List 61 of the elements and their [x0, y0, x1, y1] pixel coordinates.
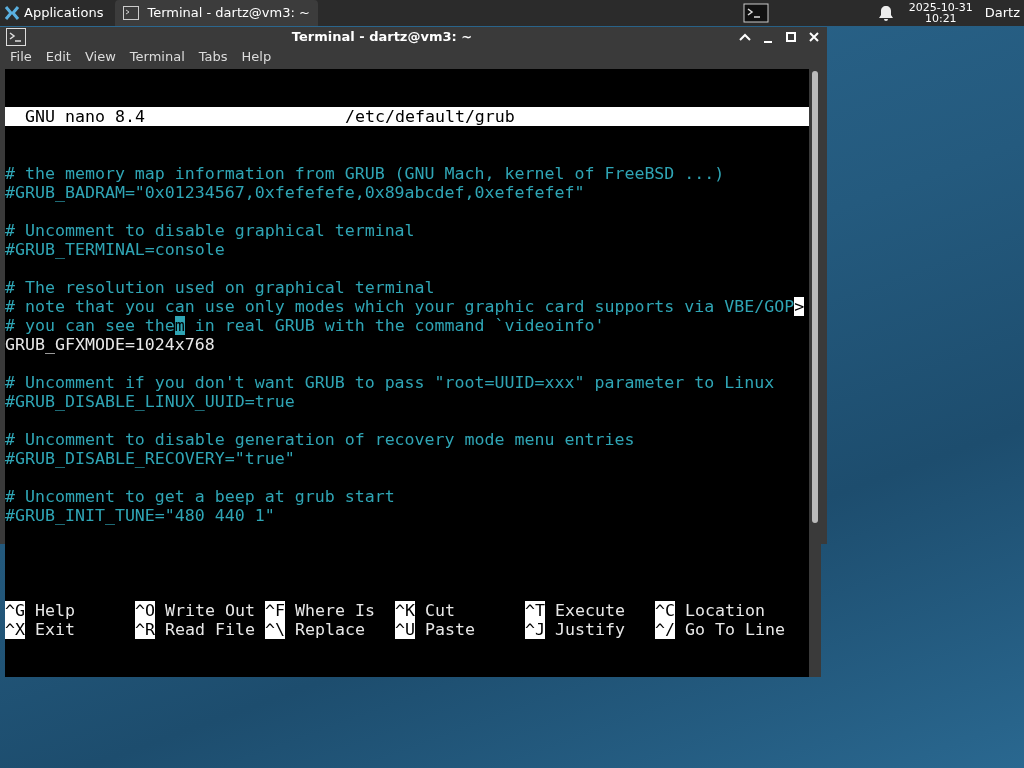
code-line: # the memory map information from GRUB (GNU Mach, kernel of FreeBSD ...)	[5, 164, 725, 183]
shortcut-label: Go To Line	[685, 620, 785, 639]
code-line: #GRUB_TERMINAL=console	[5, 240, 225, 259]
shortcut-key: ^J	[525, 620, 545, 639]
clock-date: 2025-10-31	[908, 2, 973, 13]
file-name: /etc/default/grub	[345, 107, 515, 126]
menu-item[interactable]: Tabs	[192, 46, 234, 66]
applications-menu[interactable]: Applications	[0, 0, 108, 26]
window-title: Terminal - dartz@vm3: ~	[290, 28, 474, 46]
code-line: #GRUB_BADRAM="0x01234567,0xfefefefe,0x89abcdef,0xefefefef"	[5, 183, 585, 202]
shortcut-key: ^U	[395, 620, 415, 639]
menu-item[interactable]: View	[78, 46, 122, 66]
overflow-marker: >	[794, 297, 805, 316]
close-icon[interactable]	[807, 29, 821, 44]
app-menu-icon	[4, 5, 20, 21]
notification-bell-icon[interactable]	[878, 5, 893, 21]
shortcut-key: ^X	[5, 620, 25, 639]
shortcut-label: Read File	[165, 620, 255, 639]
clock-time: 10:21	[924, 13, 957, 24]
terminal-icon	[6, 27, 26, 46]
code-line: # Uncomment to get a beep at grub start	[5, 487, 395, 506]
scrollbar[interactable]	[809, 69, 821, 677]
shortcut-label: Replace	[295, 620, 365, 639]
shortcut-label: Write Out	[165, 601, 255, 620]
taskbar-item[interactable]: Terminal - dartz@vm3: ~	[115, 0, 318, 26]
code-line: #GRUB_DISABLE_RECOVERY="true"	[5, 449, 295, 468]
shortcut-label: Paste	[425, 620, 475, 639]
menu-item[interactable]: Edit	[39, 46, 77, 66]
code-line: GRUB_GFXMODE=1024x768	[5, 335, 215, 354]
user-name[interactable]: Dartz	[984, 3, 1024, 23]
code-line: #GRUB_DISABLE_LINUX_UUID=true	[5, 392, 295, 411]
shortcut-label: Justify	[555, 620, 625, 639]
shortcut-label: Cut	[425, 601, 455, 620]
shortcut-key: ^F	[265, 601, 285, 620]
shortcut-key: ^O	[135, 601, 155, 620]
shortcut-key: ^G	[5, 601, 25, 620]
shortcut-key: ^C	[655, 601, 675, 620]
menu-item[interactable]: Terminal	[123, 46, 191, 66]
code-line: # you can see them in real GRUB with the command `videoinfo'	[5, 316, 605, 335]
code-line: #GRUB_INIT_TUNE="480 440 1"	[5, 506, 275, 525]
menu-item[interactable]: Help	[235, 46, 278, 66]
shortcut-label: Location	[685, 601, 765, 620]
terminal-icon[interactable]	[742, 3, 769, 23]
maximize-icon[interactable]	[784, 29, 798, 44]
menu-item[interactable]: File	[4, 46, 38, 66]
shortcut-key: ^\	[265, 620, 285, 639]
shortcut-key: ^T	[525, 601, 545, 620]
shortcut-key: ^K	[395, 601, 415, 620]
shortcut-label: Help	[35, 601, 75, 620]
shortcut-label: Execute	[555, 601, 625, 620]
shortcut-label: Where Is	[295, 601, 375, 620]
code-line: # Uncomment to disable graphical terminal	[5, 221, 415, 240]
shortcut-label: Exit	[35, 620, 75, 639]
code-line: # The resolution used on graphical terminal	[5, 278, 435, 297]
code-line: # Uncomment to disable generation of recovery mode menu entries	[5, 430, 635, 449]
nano-version: GNU nano 8.4	[24, 107, 146, 126]
code-line: # note that you can use only modes which your graphic card supports via VBE/GOP	[5, 297, 795, 316]
terminal-icon	[123, 6, 140, 20]
code-line: # Uncomment if you don't want GRUB to pass "root=UUID=xxx" parameter to Linux	[5, 373, 775, 392]
shortcut-key: ^/	[655, 620, 675, 639]
shortcut-key: ^R	[135, 620, 155, 639]
